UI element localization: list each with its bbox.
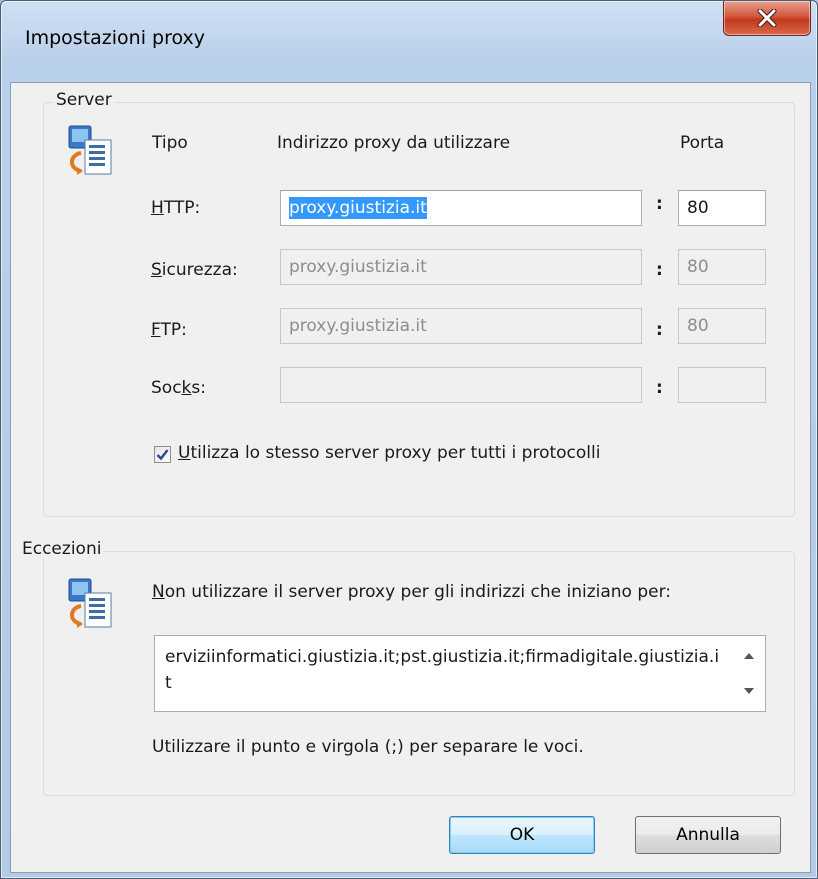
socks-label: Socks: <box>151 378 206 398</box>
exceptions-instruction: Non utilizzare il server proxy per gli i… <box>152 582 672 602</box>
exceptions-hint: Utilizzare il punto e virgola (;) per se… <box>152 737 584 757</box>
column-header-type: Tipo <box>152 133 188 153</box>
exceptions-icon <box>68 578 112 628</box>
socks-colon: : <box>656 378 663 398</box>
close-button[interactable] <box>723 1 811 36</box>
dialog-client-area: Server Tipo Indirizzo proxy da utilizzar… <box>10 82 811 873</box>
close-icon <box>757 9 777 27</box>
dialog-title: Impostazioni proxy <box>25 27 206 49</box>
title-bar[interactable]: Impostazioni proxy <box>1 1 817 83</box>
column-header-port: Porta <box>680 133 725 153</box>
cancel-button[interactable]: Annulla <box>635 816 781 854</box>
ftp-label: FTP: <box>151 320 187 340</box>
http-port-input[interactable]: 80 <box>678 190 766 226</box>
checkmark-icon <box>156 449 169 461</box>
socks-port-input[interactable] <box>678 367 766 403</box>
exceptions-value[interactable]: erviziinformatici.giustizia.it;pst.giust… <box>165 644 725 696</box>
ftp-address-input[interactable]: proxy.giustizia.it <box>280 308 642 344</box>
socks-address-input[interactable] <box>280 367 642 403</box>
ftp-port-input[interactable]: 80 <box>678 308 766 344</box>
secure-port-input[interactable]: 80 <box>678 249 766 285</box>
exceptions-textarea[interactable]: erviziinformatici.giustizia.it;pst.giust… <box>154 635 766 712</box>
same-proxy-label[interactable]: Utilizza lo stesso server proxy per tutt… <box>178 443 600 463</box>
proxy-server-icon <box>68 125 112 175</box>
secure-label: Sicurezza: <box>151 260 238 280</box>
ftp-colon: : <box>656 320 663 340</box>
server-group-label: Server <box>54 90 114 110</box>
secure-address-input[interactable]: proxy.giustizia.it <box>280 249 642 285</box>
dialog-window: Impostazioni proxy Server Tipo Indirizzo… <box>0 0 818 879</box>
http-address-input[interactable]: proxy.giustizia.it <box>280 190 642 226</box>
scroll-up-arrow-icon[interactable] <box>744 653 754 659</box>
secure-colon: : <box>656 260 663 280</box>
http-colon: : <box>656 194 663 214</box>
same-proxy-checkbox[interactable] <box>154 446 171 463</box>
scroll-down-arrow-icon[interactable] <box>744 688 754 694</box>
exceptions-group-label: Eccezioni <box>20 539 104 559</box>
exceptions-scrollbar[interactable] <box>733 636 765 711</box>
ok-button[interactable]: OK <box>449 816 595 854</box>
column-header-address: Indirizzo proxy da utilizzare <box>277 133 511 153</box>
http-label: HTTP: <box>151 198 201 218</box>
